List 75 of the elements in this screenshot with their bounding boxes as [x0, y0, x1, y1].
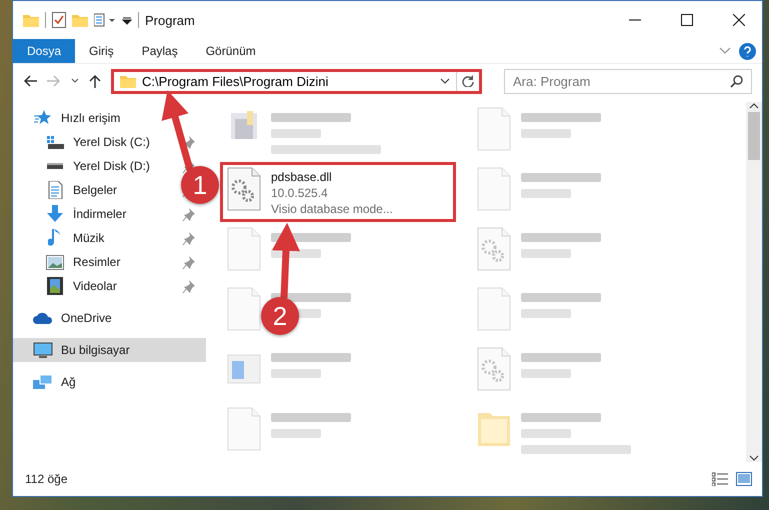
file-icon[interactable]	[477, 167, 511, 211]
gear-file-icon	[227, 167, 261, 211]
maximize-icon	[681, 14, 693, 26]
file-detail: 10.0.525.4	[271, 185, 329, 201]
sidebar-item[interactable]: Resimler	[45, 250, 120, 274]
folder-icon	[23, 13, 39, 27]
sidebar-item[interactable]: Bu bilgisayar	[13, 338, 206, 362]
file-icon[interactable]	[227, 407, 261, 451]
file-icon[interactable]	[477, 107, 511, 151]
file-icon[interactable]	[477, 287, 511, 331]
star-icon	[34, 110, 52, 126]
drive-icon	[47, 163, 63, 169]
checklist-icon[interactable]	[52, 12, 66, 28]
sidebar-item[interactable]: Videolar	[45, 274, 117, 298]
cloud-icon	[33, 312, 53, 324]
ribbon-tab[interactable]: Paylaş	[128, 39, 192, 63]
sidebar-item[interactable]: Belgeler	[45, 178, 118, 202]
properties-icon[interactable]	[94, 13, 116, 27]
network-icon	[33, 374, 53, 390]
up-arrow-icon[interactable]	[89, 74, 101, 88]
expand-ribbon-icon[interactable]	[719, 47, 731, 55]
ribbon-tab[interactable]: Görünüm	[192, 39, 270, 63]
search-icon	[730, 74, 743, 88]
recent-dropdown-icon[interactable]	[71, 78, 79, 84]
music-note-icon	[48, 229, 62, 247]
refresh-icon	[462, 75, 474, 87]
ribbon-tab[interactable]: Giriş	[75, 39, 128, 63]
monitor-icon	[33, 342, 53, 358]
blurred-text-bar	[521, 129, 571, 138]
dropdown-caret-icon[interactable]	[440, 78, 450, 84]
search-field[interactable]: Ara: Program	[504, 68, 752, 94]
blurred-text-bar	[271, 129, 321, 138]
blurred-text-bar	[271, 429, 321, 438]
close-icon	[733, 14, 745, 26]
blurred-text-bar	[521, 249, 571, 258]
ribbon-tab[interactable]: Dosya	[13, 39, 76, 63]
address-bar[interactable]: C:\Program Files\Program Dizini	[111, 68, 482, 94]
large-icons-view-icon[interactable]	[736, 472, 752, 486]
sidebar-item[interactable]: OneDrive	[33, 306, 112, 330]
sidebar-item[interactable]: Yerel Disk (D:)	[45, 154, 150, 178]
sidebar-item[interactable]: İndirmeler	[45, 202, 126, 226]
file-icon[interactable]	[227, 227, 261, 271]
blurred-text-bar	[521, 429, 571, 438]
gear-file-icon[interactable]	[477, 227, 511, 271]
sidebar-item[interactable]: Müzik	[45, 226, 104, 250]
file-icon[interactable]	[227, 287, 261, 331]
customize-dropdown-icon[interactable]	[122, 15, 132, 25]
blurred-text-bar	[521, 369, 571, 378]
sidebar-item[interactable]: Hızlı erişim	[33, 106, 120, 130]
document-icon	[47, 181, 63, 199]
drive-icon	[46, 136, 64, 148]
blurred-text-bar	[271, 369, 321, 378]
gear-file-icon[interactable]	[477, 347, 511, 391]
back-arrow-icon[interactable]	[23, 75, 37, 87]
blurred-text-bar	[521, 189, 571, 198]
film-icon	[47, 277, 63, 295]
folder-icon	[120, 74, 136, 88]
scroll-up-icon[interactable]	[749, 102, 759, 110]
help-icon[interactable]	[739, 42, 756, 60]
item-count: 112 öğe	[25, 472, 68, 486]
file-detail: Visio database mode...	[271, 201, 393, 217]
blurred-text-bar	[521, 309, 571, 318]
new-folder-icon	[72, 13, 88, 27]
file-item[interactable]: pdsbase.dll 10.0.525.4 Visio database mode...	[220, 162, 456, 222]
scrollbar[interactable]	[746, 102, 762, 462]
forward-arrow-icon[interactable]	[47, 75, 61, 87]
scrollbar-thumb[interactable]	[748, 112, 760, 160]
file-name: pdsbase.dll	[271, 169, 333, 185]
window-title: Program	[145, 12, 195, 28]
details-view-icon[interactable]	[712, 472, 728, 486]
picture-icon	[46, 254, 64, 270]
scroll-down-icon[interactable]	[749, 454, 759, 462]
sidebar-item[interactable]: Ağ	[33, 370, 76, 394]
down-arrow-icon	[46, 205, 64, 223]
sidebar-item[interactable]: Yerel Disk (C:)	[45, 130, 150, 154]
